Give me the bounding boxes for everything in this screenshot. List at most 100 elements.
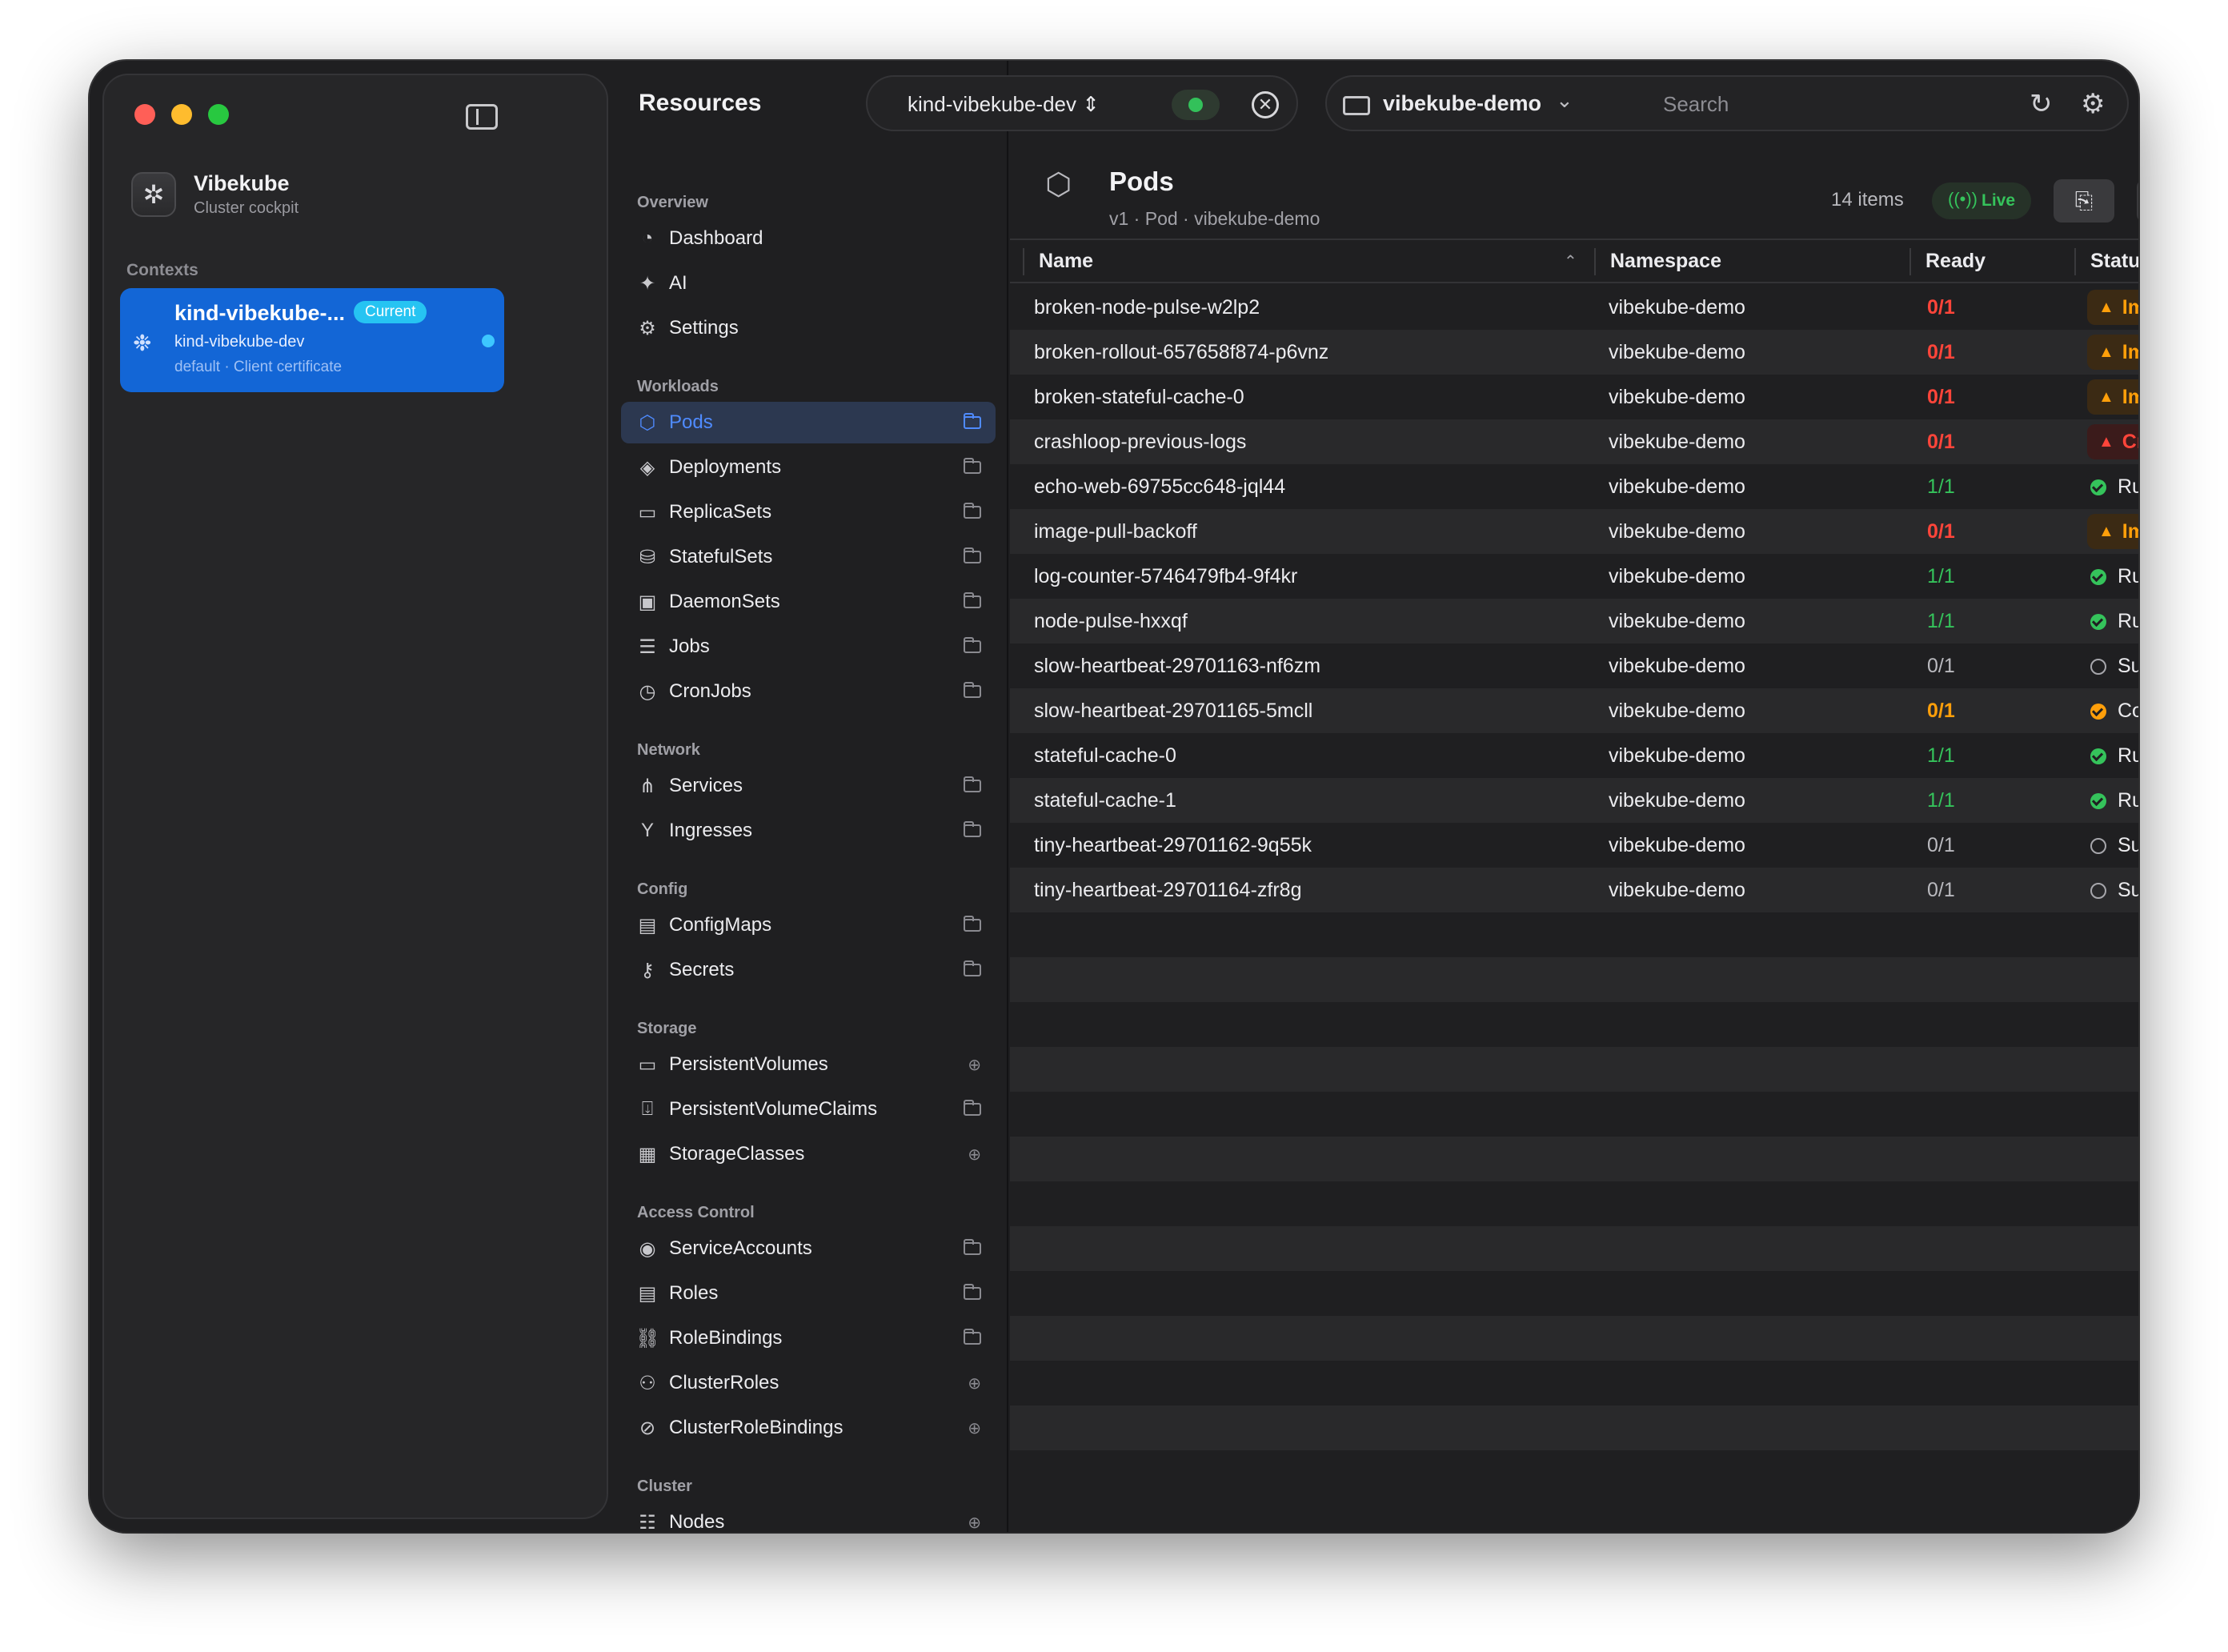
nav-item-rolebindings[interactable]: ⛓ RoleBindings [621, 1317, 996, 1359]
pod-namespace-cell: vibekube-demo [1609, 341, 1745, 363]
nav-item-clusterrolebindings[interactable]: ⊘ ClusterRoleBindings ⊕ [621, 1407, 996, 1449]
pod-status-cell: Succeeded [2087, 648, 2138, 684]
nav-item-services[interactable]: ⋔ Services [621, 765, 996, 807]
clock-icon: ◷ [639, 680, 656, 703]
pod-status-cell: Succeeded [2087, 872, 2138, 908]
people-icon: ⚇ [639, 1372, 656, 1394]
refresh-icon[interactable]: ↻ [2030, 88, 2053, 120]
empty-row [1010, 1137, 2138, 1181]
nav-item-label: StorageClasses [669, 1143, 805, 1165]
column-header-name[interactable]: Name [1039, 250, 1093, 273]
table-row[interactable]: tiny-heartbeat-29701162-9q55k vibekube-de… [1010, 823, 2138, 868]
nav-item-deployments[interactable]: ◈ Deployments [621, 447, 996, 488]
empty-row [1010, 1002, 2138, 1047]
nav-item-storageclasses[interactable]: ▦ StorageClasses ⊕ [621, 1133, 996, 1175]
table-row[interactable]: log-counter-5746479fb4-9f4kr vibekube-dem… [1010, 554, 2138, 599]
pod-namespace-cell: vibekube-demo [1609, 520, 1745, 543]
nav-item-label: DaemonSets [669, 591, 780, 612]
gear-icon[interactable]: ⚙ [2081, 88, 2105, 120]
table-row[interactable]: slow-heartbeat-29701163-nf6zm vibekube-de… [1010, 644, 2138, 688]
nav-item-persistentvolumes[interactable]: ▭ PersistentVolumes ⊕ [621, 1044, 996, 1085]
column-header-ready[interactable]: Ready [1925, 250, 1986, 273]
pod-name-cell: tiny-heartbeat-29701162-9q55k [1034, 834, 1312, 856]
namespace-selector[interactable]: vibekube-demo [1383, 91, 1541, 116]
nav-item-nodes[interactable]: ☷ Nodes ⊕ [621, 1502, 996, 1532]
context-selector[interactable]: kind-vibekube-dev ⇕ ✕ [866, 75, 1298, 131]
status-text: Running [2118, 610, 2138, 632]
nav-item-settings[interactable]: ⚙ Settings [621, 307, 996, 349]
pod-namespace-cell: vibekube-demo [1609, 386, 1745, 408]
nav-item-label: Pods [669, 411, 713, 433]
nav-item-cronjobs[interactable]: ◷ CronJobs [621, 671, 996, 712]
nav-item-daemonsets[interactable]: ▣ DaemonSets [621, 581, 996, 623]
stack-icon: ▭ [638, 501, 657, 523]
zoom-window-button[interactable] [208, 104, 229, 125]
nav-item-serviceaccounts[interactable]: ◉ ServiceAccounts [621, 1228, 996, 1269]
nav-section-storage: Storage [637, 1020, 697, 1037]
minimize-window-button[interactable] [171, 104, 192, 125]
cluster-scoped-globe-icon: ⊕ [968, 1514, 981, 1532]
table-row[interactable]: echo-web-69755cc648-jql44 vibekube-demo 1/… [1010, 464, 2138, 509]
sort-ascending-icon[interactable]: ⌃ [1564, 251, 1577, 271]
pod-ready-cell: 1/1 [1927, 744, 1955, 767]
tray-icon: ⍗ [641, 1098, 654, 1120]
nav-item-dashboard[interactable]: ◔ Dashboard [621, 218, 996, 259]
nav-item-ingresses[interactable]: Y Ingresses [621, 810, 996, 852]
column-header-status[interactable]: Status [2090, 250, 2138, 273]
live-toggle[interactable]: ((•)) Live [1932, 182, 2031, 219]
close-window-button[interactable] [134, 104, 155, 125]
table-row[interactable]: broken-rollout-657658f874-p6vnz vibekube-… [1010, 330, 2138, 375]
connection-ok-icon [1172, 90, 1220, 120]
table-row[interactable]: crashloop-previous-logs vibekube-demo 0/1 ▲… [1010, 419, 2138, 464]
table-row[interactable]: tiny-heartbeat-29701164-zfr8g vibekube-de… [1010, 868, 2138, 912]
app-name: Vibekube [194, 171, 290, 195]
context-selector-label: kind-vibekube-dev ⇕ [908, 92, 1100, 116]
table-row[interactable]: broken-node-pulse-w2lp2 vibekube-demo 0/1 ▲… [1010, 285, 2138, 330]
nav-item-jobs[interactable]: ☰ Jobs [621, 626, 996, 668]
table-row[interactable]: broken-stateful-cache-0 vibekube-demo 0/1 ▲… [1010, 375, 2138, 419]
nav-item-pods[interactable]: ⬡ Pods [621, 402, 996, 443]
nav-item-replicasets[interactable]: ▭ ReplicaSets [621, 491, 996, 533]
disconnect-button[interactable]: ✕ [1252, 91, 1279, 118]
pod-status-cell: Running [2087, 783, 2138, 818]
nav-item-secrets[interactable]: ⚷ Secrets [621, 949, 996, 991]
key-icon: ⚷ [640, 959, 655, 981]
nav-item-roles[interactable]: ▤ Roles [621, 1273, 996, 1314]
running-check-icon [2090, 792, 2106, 809]
table-row[interactable]: node-pulse-hxxqf vibekube-demo 1/1 Running [1010, 599, 2138, 644]
pod-name-cell: echo-web-69755cc648-jql44 [1034, 475, 1286, 498]
table-row[interactable]: slow-heartbeat-29701165-5mcll vibekube-de… [1010, 688, 2138, 733]
pod-ready-cell: 1/1 [1927, 789, 1955, 812]
search-input[interactable] [1663, 90, 1983, 118]
nav-item-persistentvolumeclaims[interactable]: ⍗ PersistentVolumeClaims [621, 1089, 996, 1130]
nav-item-label: ConfigMaps [669, 914, 772, 936]
running-check-icon [2090, 748, 2106, 764]
seal-icon: ⊘ [639, 1417, 656, 1439]
connected-indicator [482, 335, 495, 347]
sidebar-toggle-icon[interactable] [466, 104, 498, 130]
table-row[interactable]: stateful-cache-1 vibekube-demo 1/1 Running [1010, 778, 2138, 823]
status-text: Running [2118, 475, 2138, 498]
nav-item-clusterroles[interactable]: ⚇ ClusterRoles ⊕ [621, 1362, 996, 1404]
status-text: Succeeded [2118, 834, 2138, 856]
column-header-namespace[interactable]: Namespace [1610, 250, 1721, 273]
pod-status-cell: ▲ CrashLoop [2087, 424, 2138, 459]
empty-row [1010, 1047, 2138, 1092]
nav-item-ai[interactable]: ✦ AI [621, 263, 996, 304]
reload-button[interactable]: ↻ [2137, 179, 2138, 223]
server-icon: ☷ [639, 1511, 656, 1533]
table-row[interactable]: image-pull-backoff vibekube-demo 0/1 ▲ Image… [1010, 509, 2138, 554]
nav-item-statefulsets[interactable]: ⛁ StatefulSets [621, 536, 996, 578]
pod-ready-cell: 0/1 [1927, 834, 1955, 856]
current-badge: Current [354, 301, 427, 323]
context-card-current[interactable]: ❉ kind-vibekube-... Current kind-vibekub… [120, 288, 504, 392]
export-button[interactable]: ⎘ [2054, 179, 2114, 223]
pod-name-cell: broken-stateful-cache-0 [1034, 386, 1244, 408]
nav-item-configmaps[interactable]: ▤ ConfigMaps [621, 904, 996, 946]
chevron-down-icon[interactable]: ⌄ [1556, 88, 1573, 113]
succeeded-circle-icon [2090, 837, 2106, 854]
namespaced-folder-icon [964, 916, 981, 932]
contexts-label: Contexts [126, 261, 198, 279]
resource-list-pane: ⬡ Pods v1 · Pod · vibekube-demo 14 items… [1010, 141, 2138, 1532]
table-row[interactable]: stateful-cache-0 vibekube-demo 1/1 Running [1010, 733, 2138, 778]
